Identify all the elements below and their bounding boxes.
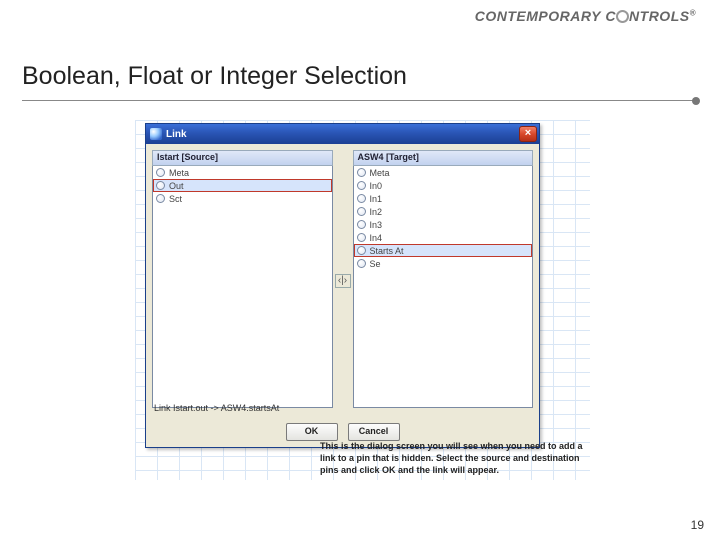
list-item-label: In3	[370, 220, 383, 230]
link-icon	[150, 128, 162, 140]
titlebar[interactable]: Link ×	[146, 124, 539, 144]
list-item[interactable]: In2	[354, 205, 533, 218]
list-item-label: Meta	[169, 168, 189, 178]
page-number: 19	[691, 518, 704, 532]
source-header: Istart [Source]	[152, 150, 333, 166]
radio-icon	[357, 233, 366, 242]
radio-icon	[357, 194, 366, 203]
list-item-label: Starts At	[370, 246, 404, 256]
list-item[interactable]: Starts At	[354, 244, 533, 257]
list-item-label: Out	[169, 181, 184, 191]
list-item[interactable]: In3	[354, 218, 533, 231]
source-listbox[interactable]: Meta Out Sct	[152, 166, 333, 408]
radio-icon	[357, 246, 366, 255]
close-icon[interactable]: ×	[519, 126, 537, 142]
list-item[interactable]: In4	[354, 231, 533, 244]
brand-logo: CONTEMPORARY CNTROLS®	[475, 8, 696, 24]
list-item-label: Sct	[169, 194, 182, 204]
source-panel: Istart [Source] Meta Out Sct	[152, 150, 333, 408]
slide-caption: This is the dialog screen you will see w…	[320, 440, 590, 476]
target-panel: ASW4 [Target] Meta In0 In1 In2 In3 In4 Starts …	[353, 150, 534, 408]
screenshot-stage: type=Boolean Out 0 Link × Istart [Source…	[135, 120, 590, 480]
ok-button[interactable]: OK	[286, 423, 338, 441]
radio-icon	[357, 220, 366, 229]
list-item-label: In1	[370, 194, 383, 204]
link-dialog: Link × Istart [Source] Meta Out Sct ASW4 […	[145, 123, 540, 448]
list-item-label: In2	[370, 207, 383, 217]
radio-icon	[357, 168, 366, 177]
radio-icon	[156, 181, 165, 190]
list-item[interactable]: Sct	[153, 192, 332, 205]
cancel-button[interactable]: Cancel	[348, 423, 400, 441]
link-summary-text: Link Istart.out -> ASW4.startsAt	[154, 403, 279, 413]
list-item-label: Meta	[370, 168, 390, 178]
radio-icon	[357, 259, 366, 268]
target-header: ASW4 [Target]	[353, 150, 534, 166]
splitter-handle-icon[interactable]: ‹|›	[335, 274, 351, 288]
target-listbox[interactable]: Meta In0 In1 In2 In3 In4 Starts At Se	[353, 166, 534, 408]
list-item-label: In0	[370, 181, 383, 191]
list-item-label: In4	[370, 233, 383, 243]
slide-title: Boolean, Float or Integer Selection	[22, 62, 407, 91]
list-item[interactable]: Meta	[354, 166, 533, 179]
radio-icon	[156, 168, 165, 177]
radio-icon	[156, 194, 165, 203]
list-item[interactable]: Se	[354, 257, 533, 270]
dialog-title: Link	[166, 129, 187, 140]
list-item[interactable]: Out	[153, 179, 332, 192]
radio-icon	[357, 207, 366, 216]
list-item[interactable]: Meta	[153, 166, 332, 179]
radio-icon	[357, 181, 366, 190]
list-item[interactable]: In0	[354, 179, 533, 192]
title-underline	[22, 100, 696, 101]
list-item[interactable]: In1	[354, 192, 533, 205]
list-item-label: Se	[370, 259, 381, 269]
